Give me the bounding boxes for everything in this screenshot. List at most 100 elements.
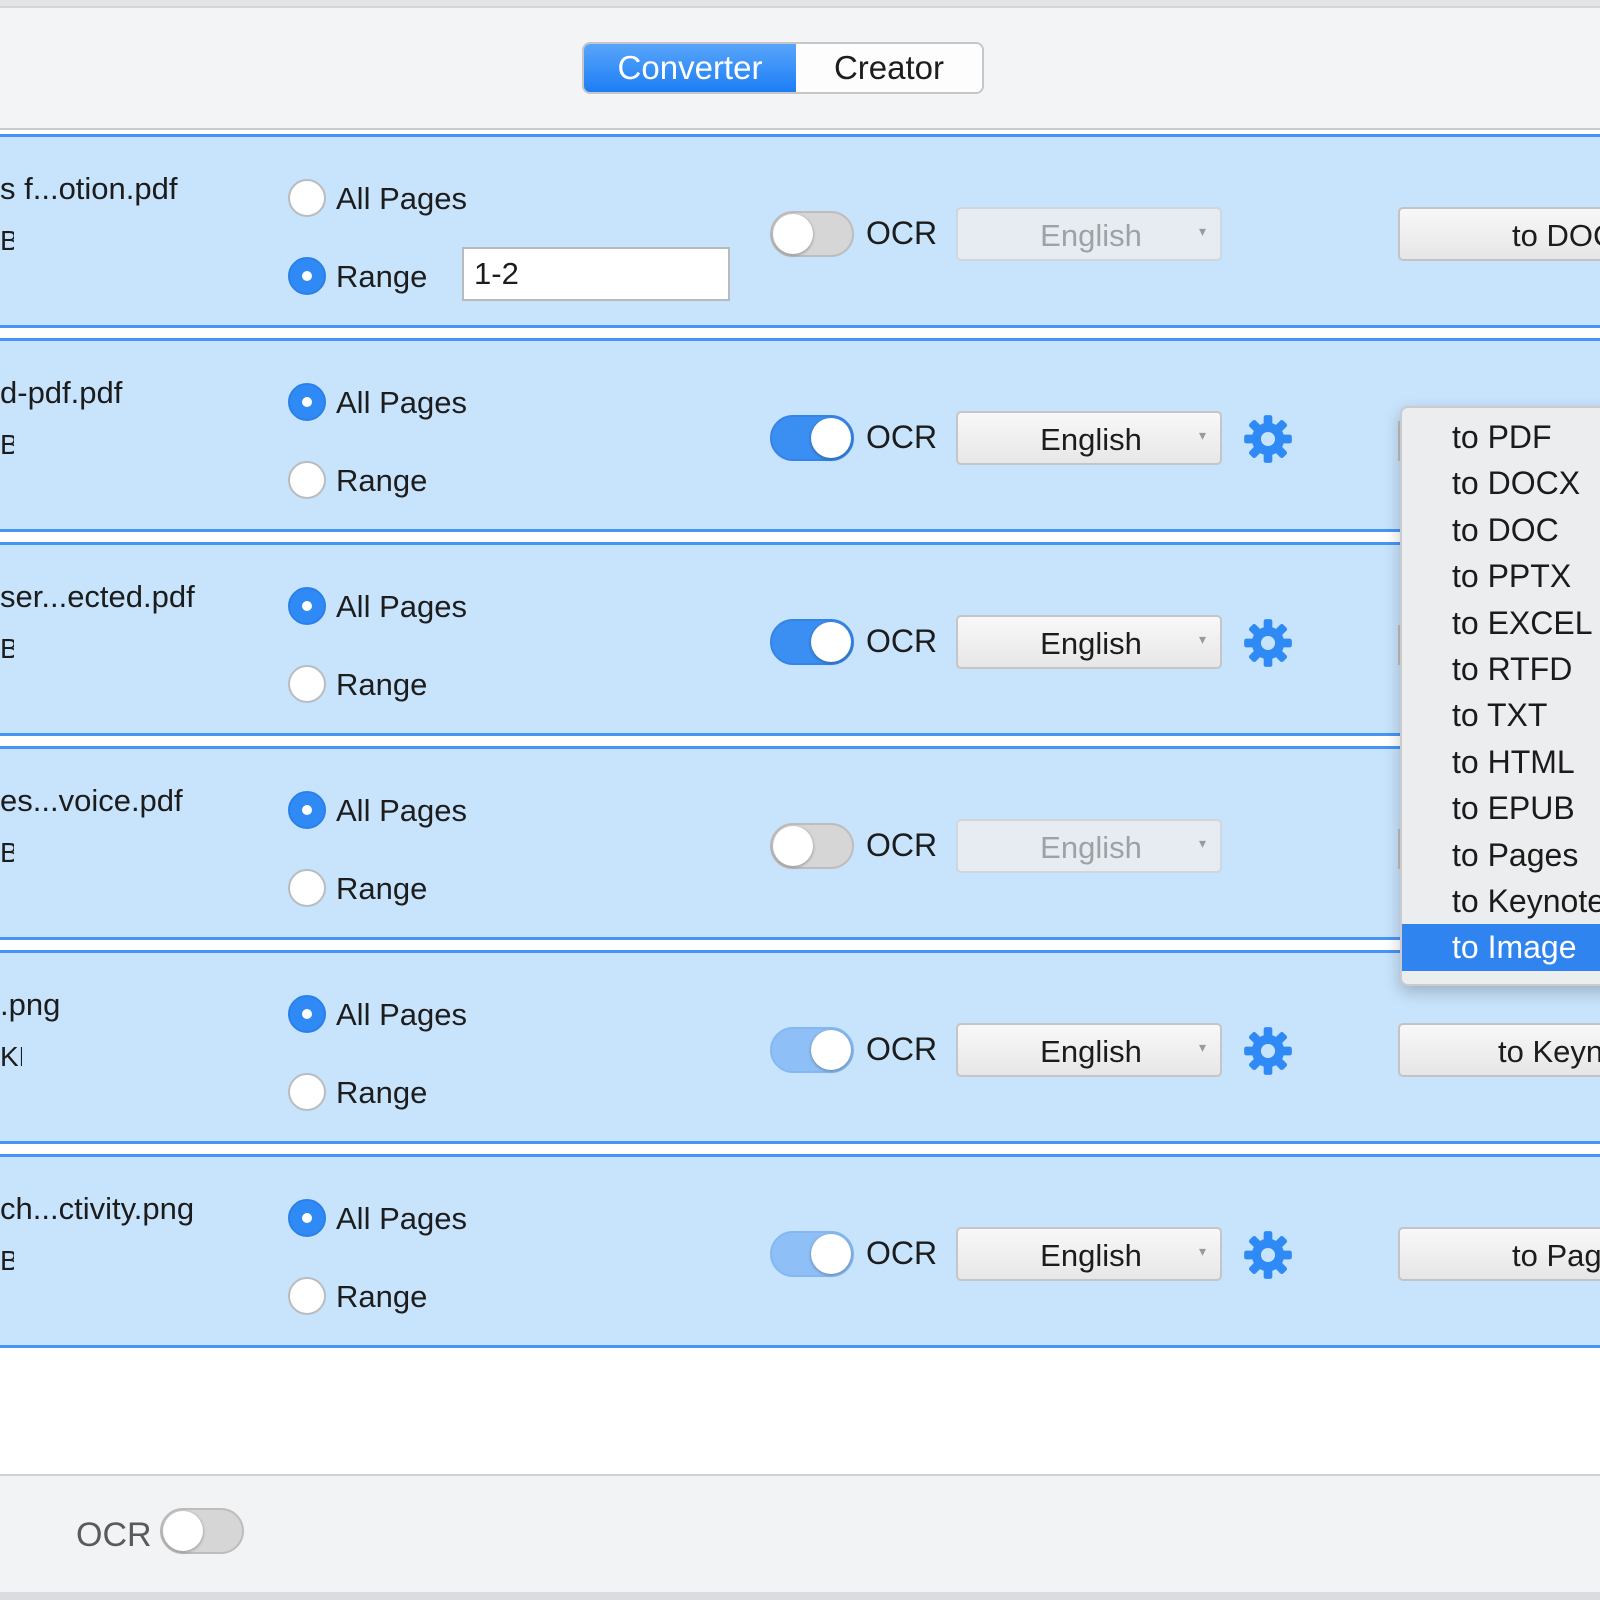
radio-indicator[interactable] xyxy=(288,665,326,703)
radio-indicator[interactable] xyxy=(288,179,326,217)
menu-item-to-docx[interactable]: to DOCX xyxy=(1402,460,1600,506)
file-row[interactable]: d-pdf.pdf B All Pages Range OCR English … xyxy=(0,338,1600,532)
radio-label: All Pages xyxy=(336,1201,467,1236)
ocr-toggle[interactable] xyxy=(770,823,854,869)
gear-icon[interactable] xyxy=(1242,413,1294,465)
all-pages-radio[interactable]: All Pages xyxy=(288,179,467,217)
menu-item-to-txt[interactable]: to TXT xyxy=(1402,692,1600,738)
range-radio[interactable]: Range xyxy=(288,257,427,295)
ocr-label: OCR xyxy=(866,419,938,455)
all-pages-radio[interactable]: All Pages xyxy=(288,1199,467,1237)
file-row[interactable]: s f...otion.pdf B All Pages Range OCR En… xyxy=(0,134,1600,328)
chevron-down-icon: ▾ xyxy=(1198,1039,1206,1055)
language-select[interactable]: English ▾ xyxy=(956,1227,1222,1281)
range-radio[interactable]: Range xyxy=(288,665,427,703)
language-select[interactable]: English ▾ xyxy=(956,207,1222,261)
global-ocr-toggle[interactable] xyxy=(160,1508,244,1554)
window-top-edge xyxy=(0,0,1600,8)
chevron-down-icon: ▾ xyxy=(1198,1243,1206,1259)
ocr-label: OCR xyxy=(866,827,938,863)
mode-segmented-control: Converter Creator xyxy=(582,42,984,94)
toggle-knob xyxy=(163,1511,203,1551)
range-radio[interactable]: Range xyxy=(288,461,427,499)
file-row[interactable]: es...voice.pdf B All Pages Range OCR Eng… xyxy=(0,746,1600,940)
all-pages-radio[interactable]: All Pages xyxy=(288,791,467,829)
radio-indicator[interactable] xyxy=(288,1277,326,1315)
file-size: B xyxy=(0,429,14,460)
chevron-down-icon: ▾ xyxy=(1198,427,1206,443)
toggle-knob xyxy=(773,826,813,866)
radio-indicator[interactable] xyxy=(288,257,326,295)
ocr-toggle[interactable] xyxy=(770,415,854,461)
language-value: English xyxy=(1040,830,1142,865)
all-pages-radio[interactable]: All Pages xyxy=(288,383,467,421)
ocr-toggle[interactable] xyxy=(770,1027,854,1073)
gear-icon[interactable] xyxy=(1242,1025,1294,1077)
file-list: s f...otion.pdf B All Pages Range OCR En… xyxy=(0,128,1600,1474)
menu-item-to-excel[interactable]: to EXCEL xyxy=(1402,600,1600,646)
gear-icon[interactable] xyxy=(1242,1229,1294,1281)
menu-item-to-epub[interactable]: to EPUB xyxy=(1402,785,1600,831)
radio-label: All Pages xyxy=(336,589,467,624)
language-select[interactable]: English ▾ xyxy=(956,615,1222,669)
file-name: s f...otion.pdf xyxy=(0,171,178,206)
global-ocr-label: OCR xyxy=(76,1516,152,1554)
file-size: B xyxy=(0,225,14,256)
menu-item-to-pages[interactable]: to Pages xyxy=(1402,832,1600,878)
radio-indicator[interactable] xyxy=(288,1199,326,1237)
toggle-knob xyxy=(773,214,813,254)
file-row[interactable]: .png KB All Pages Range OCR English ▾ t xyxy=(0,950,1600,1144)
language-value: English xyxy=(1040,626,1142,661)
radio-label: All Pages xyxy=(336,385,467,420)
radio-indicator[interactable] xyxy=(288,869,326,907)
ocr-toggle[interactable] xyxy=(770,619,854,665)
radio-indicator[interactable] xyxy=(288,791,326,829)
range-input[interactable] xyxy=(462,247,730,301)
toggle-knob xyxy=(811,418,851,458)
file-row[interactable]: ser...ected.pdf B All Pages Range OCR En… xyxy=(0,542,1600,736)
tab-converter[interactable]: Converter xyxy=(584,44,796,92)
menu-item-to-image[interactable]: to Image xyxy=(1402,924,1600,971)
menu-item-to-rtfd[interactable]: to RTFD xyxy=(1402,646,1600,692)
all-pages-radio[interactable]: All Pages xyxy=(288,587,467,625)
file-size: B xyxy=(0,633,14,664)
radio-indicator[interactable] xyxy=(288,995,326,1033)
file-name: d-pdf.pdf xyxy=(0,375,123,410)
radio-label: All Pages xyxy=(336,793,467,828)
gear-icon[interactable] xyxy=(1242,617,1294,669)
ocr-toggle[interactable] xyxy=(770,211,854,257)
language-value: English xyxy=(1040,422,1142,457)
file-row[interactable]: ch...ctivity.png B All Pages Range OCR E… xyxy=(0,1154,1600,1348)
format-button[interactable]: to Keyn xyxy=(1398,1023,1600,1077)
menu-item-to-html[interactable]: to HTML xyxy=(1402,739,1600,785)
format-dropdown-menu: to PDF to DOCX to DOC to PPTX to EXCEL t… xyxy=(1400,406,1600,986)
radio-label: Range xyxy=(336,1075,428,1110)
range-radio[interactable]: Range xyxy=(288,1073,427,1111)
radio-indicator[interactable] xyxy=(288,587,326,625)
format-button[interactable]: to DOC xyxy=(1398,207,1600,261)
radio-indicator[interactable] xyxy=(288,461,326,499)
format-button[interactable]: to Pag xyxy=(1398,1227,1600,1281)
chevron-down-icon: ▾ xyxy=(1198,223,1206,239)
all-pages-radio[interactable]: All Pages xyxy=(288,995,467,1033)
language-select[interactable]: English ▾ xyxy=(956,819,1222,873)
language-select[interactable]: English ▾ xyxy=(956,411,1222,465)
bottom-toolbar: OCR xyxy=(0,1474,1600,1600)
menu-item-to-pptx[interactable]: to PPTX xyxy=(1402,553,1600,599)
language-value: English xyxy=(1040,1238,1142,1273)
toggle-knob xyxy=(811,1030,851,1070)
file-size: KB xyxy=(0,1041,22,1072)
ocr-toggle[interactable] xyxy=(770,1231,854,1277)
menu-item-to-keynote[interactable]: to Keynote xyxy=(1402,878,1600,924)
radio-indicator[interactable] xyxy=(288,383,326,421)
menu-item-to-pdf[interactable]: to PDF xyxy=(1402,414,1600,460)
file-size: B xyxy=(0,837,14,868)
radio-indicator[interactable] xyxy=(288,1073,326,1111)
language-select[interactable]: English ▾ xyxy=(956,1023,1222,1077)
menu-item-to-doc[interactable]: to DOC xyxy=(1402,507,1600,553)
radio-label: Range xyxy=(336,667,428,702)
toggle-knob xyxy=(811,622,851,662)
range-radio[interactable]: Range xyxy=(288,869,427,907)
range-radio[interactable]: Range xyxy=(288,1277,427,1315)
tab-creator[interactable]: Creator xyxy=(796,44,982,92)
